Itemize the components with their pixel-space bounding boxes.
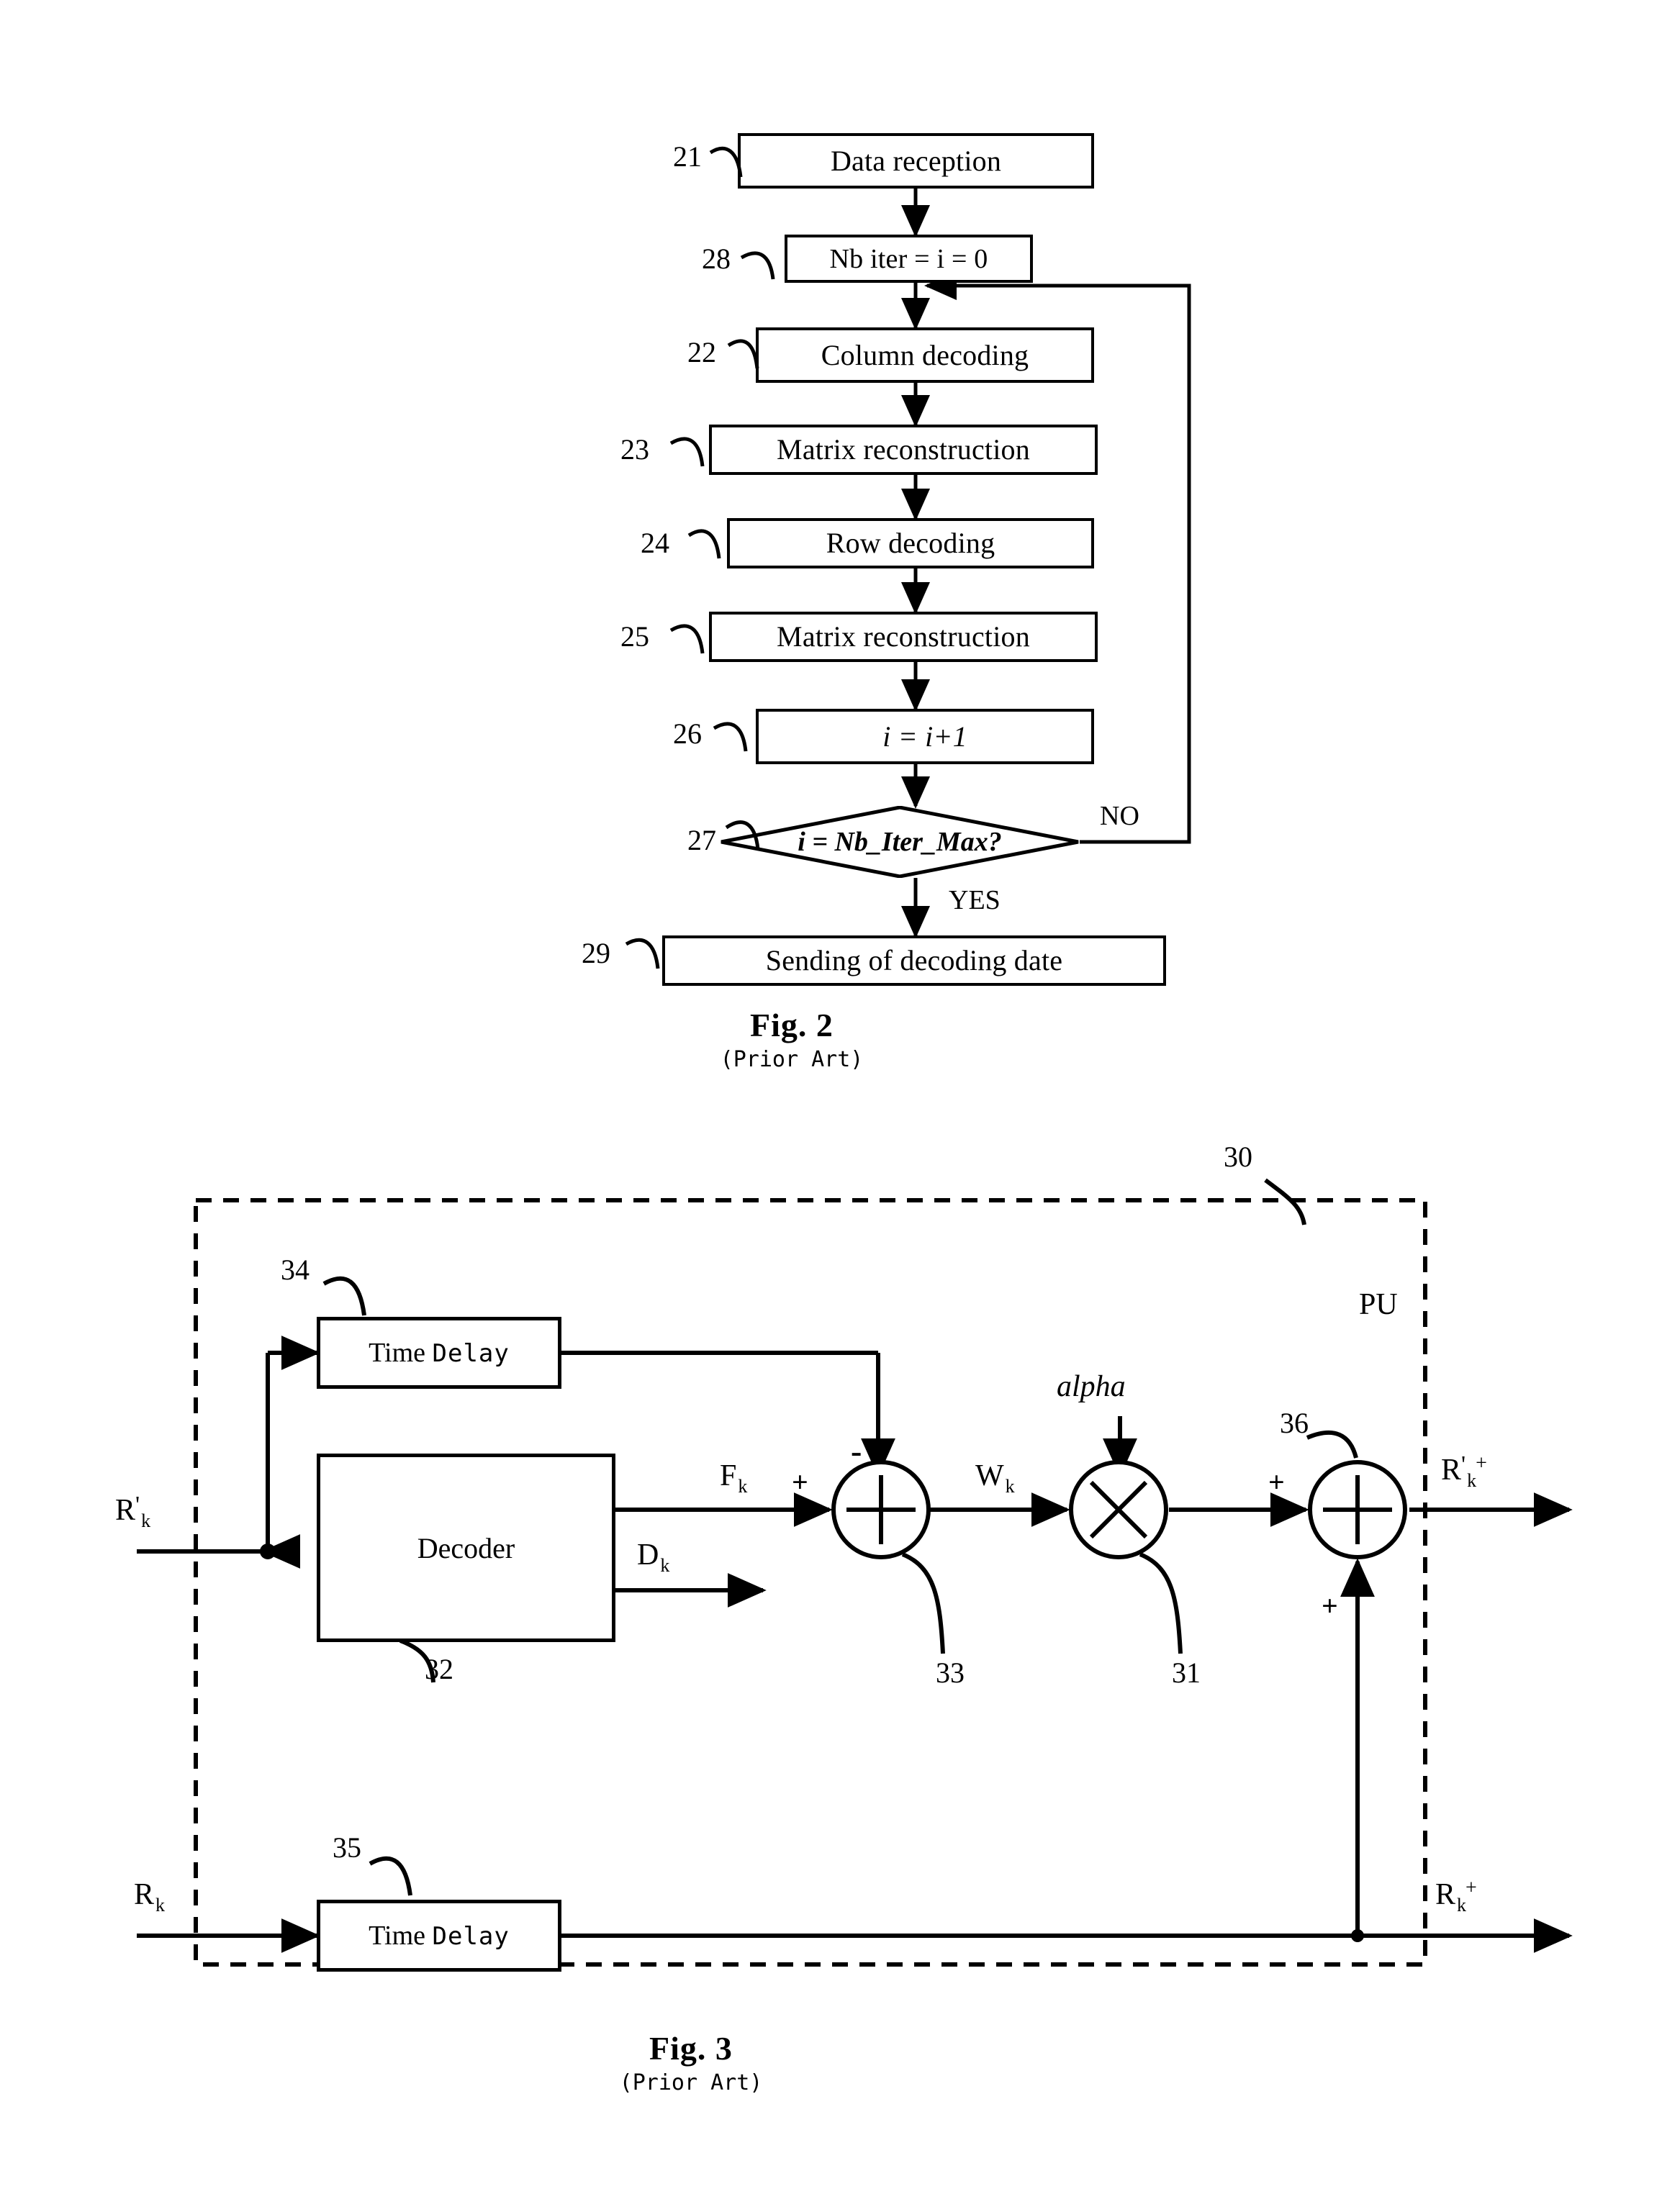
signal-label-decoder-out-soft: Fk bbox=[720, 1459, 747, 1496]
signal-label-output-secondary: Rk+ bbox=[1435, 1877, 1477, 1915]
leader-line-22 bbox=[727, 339, 759, 369]
patent-drawing-sheet: Data reception 21 Nb iter = i = 0 28 Col… bbox=[0, 0, 1662, 2212]
ref-numeral-22: 22 bbox=[687, 336, 716, 368]
flow-node-26: i = i+1 bbox=[756, 709, 1094, 764]
block-decoder-32: Decoder bbox=[317, 1454, 615, 1642]
leader-line-24 bbox=[687, 529, 721, 559]
ref-numeral-25: 25 bbox=[620, 620, 649, 653]
ref-numeral-23: 23 bbox=[620, 433, 649, 466]
leader-line-28 bbox=[740, 251, 775, 280]
block-35-label-time: Time bbox=[369, 1921, 425, 1951]
flow-node-23-label: Matrix reconstruction bbox=[777, 433, 1030, 466]
flow-node-28-label: Nb iter = i = 0 bbox=[829, 243, 988, 274]
signal-out-secondary-base: R bbox=[1435, 1878, 1456, 1911]
ref-numeral-29: 29 bbox=[582, 937, 610, 969]
flow-node-21-label: Data reception bbox=[830, 144, 1002, 177]
fig2-caption-title: Fig. 2 bbox=[750, 1007, 834, 1043]
leader-line-30 bbox=[1264, 1178, 1306, 1225]
adder-33-plus-sign: + bbox=[792, 1466, 808, 1498]
adder-36-plus-bottom-sign: + bbox=[1322, 1590, 1338, 1622]
signal-wk-base: W bbox=[975, 1459, 1004, 1492]
leader-line-29 bbox=[625, 938, 660, 969]
leader-line-33 bbox=[901, 1552, 945, 1654]
fig3-caption-title: Fig. 3 bbox=[649, 2030, 733, 2067]
signal-label-extrinsic: Wk bbox=[975, 1459, 1015, 1496]
leader-line-25 bbox=[669, 624, 705, 654]
fig3-caption-subtitle: (Prior Art) bbox=[619, 2070, 763, 2095]
ref-numeral-24: 24 bbox=[641, 527, 669, 559]
leader-line-35 bbox=[369, 1856, 412, 1896]
leader-line-36 bbox=[1306, 1430, 1358, 1459]
signal-label-output-primary: R'k+ bbox=[1441, 1452, 1487, 1490]
fig2-caption-subtitle: (Prior Art) bbox=[720, 1047, 864, 1072]
flow-node-25-label: Matrix reconstruction bbox=[777, 620, 1030, 653]
ref-numeral-27: 27 bbox=[687, 824, 716, 856]
signal-out-primary-sup: + bbox=[1476, 1452, 1487, 1474]
signal-label-input-primary: R'k bbox=[115, 1492, 150, 1531]
flow-node-25: Matrix reconstruction bbox=[709, 612, 1098, 662]
signal-out-secondary-sup: + bbox=[1465, 1877, 1477, 1899]
flow-node-26-label: i = i+1 bbox=[882, 720, 967, 753]
signal-input-primary-prime: ' bbox=[135, 1492, 140, 1518]
flow-node-29-label: Sending of decoding date bbox=[765, 944, 1063, 976]
signal-fk-base: F bbox=[720, 1459, 737, 1492]
signal-wk-sub: k bbox=[1005, 1476, 1015, 1497]
signal-dk-base: D bbox=[637, 1538, 659, 1572]
ref-numeral-31: 31 bbox=[1172, 1656, 1201, 1689]
signal-rk-base: R bbox=[134, 1878, 155, 1911]
leader-line-26 bbox=[713, 722, 748, 752]
adder-36-plus-left-sign: + bbox=[1268, 1466, 1285, 1498]
flow-node-21: Data reception bbox=[738, 133, 1094, 189]
ref-numeral-33: 33 bbox=[936, 1656, 965, 1689]
ref-numeral-34: 34 bbox=[281, 1254, 310, 1286]
signal-input-primary-base: R bbox=[115, 1494, 136, 1527]
alpha-label: alpha bbox=[1057, 1370, 1126, 1403]
block-time-delay-35: Time Delay bbox=[317, 1900, 561, 1972]
flow-node-24: Row decoding bbox=[727, 518, 1094, 568]
ref-numeral-30: 30 bbox=[1224, 1141, 1252, 1173]
block-34-label-time: Time bbox=[369, 1338, 425, 1368]
flow-node-22: Column decoding bbox=[756, 327, 1094, 383]
block-34-label-delay: Delay bbox=[432, 1339, 510, 1368]
flow-node-29: Sending of decoding date bbox=[662, 935, 1166, 986]
ref-numeral-35: 35 bbox=[333, 1831, 361, 1864]
fig3-caption: Fig. 3 (Prior Art) bbox=[569, 2029, 813, 2095]
operator-multiplier-31 bbox=[1067, 1458, 1170, 1561]
signal-label-decoder-out-hard: Dk bbox=[637, 1538, 669, 1575]
flow-node-23: Matrix reconstruction bbox=[709, 425, 1098, 475]
junction-dot-input bbox=[260, 1544, 276, 1559]
signal-out-primary-base: R bbox=[1441, 1454, 1462, 1487]
pu-label: PU bbox=[1359, 1288, 1398, 1321]
operator-adder-33 bbox=[829, 1458, 933, 1561]
leader-line-21 bbox=[709, 146, 743, 178]
signal-label-input-secondary: Rk bbox=[134, 1878, 165, 1915]
signal-rk-sub: k bbox=[155, 1895, 166, 1916]
leader-line-32 bbox=[399, 1638, 435, 1683]
flow-node-28: Nb iter = i = 0 bbox=[785, 235, 1033, 283]
flow-node-24-label: Row decoding bbox=[826, 527, 995, 559]
adder-33-minus-sign: - bbox=[851, 1433, 862, 1469]
ref-numeral-28: 28 bbox=[702, 242, 731, 275]
signal-input-primary-sub: k bbox=[141, 1510, 151, 1531]
branch-label-yes: YES bbox=[949, 885, 1001, 915]
block-32-label: Decoder bbox=[417, 1531, 515, 1564]
leader-line-27 bbox=[725, 820, 760, 850]
signal-out-primary-prime: ' bbox=[1461, 1451, 1466, 1478]
leader-line-34 bbox=[322, 1276, 366, 1316]
ref-numeral-26: 26 bbox=[673, 717, 702, 750]
flow-node-22-label: Column decoding bbox=[821, 338, 1029, 371]
signal-dk-sub: k bbox=[660, 1555, 670, 1576]
block-35-label-delay: Delay bbox=[432, 1922, 510, 1951]
leader-line-23 bbox=[669, 437, 705, 467]
junction-dot-feedback bbox=[1351, 1929, 1364, 1942]
leader-line-31 bbox=[1139, 1552, 1183, 1654]
ref-numeral-21: 21 bbox=[673, 140, 702, 173]
fig2-caption: Fig. 2 (Prior Art) bbox=[669, 1006, 914, 1072]
branch-label-no: NO bbox=[1100, 801, 1139, 831]
signal-fk-sub: k bbox=[738, 1476, 748, 1497]
